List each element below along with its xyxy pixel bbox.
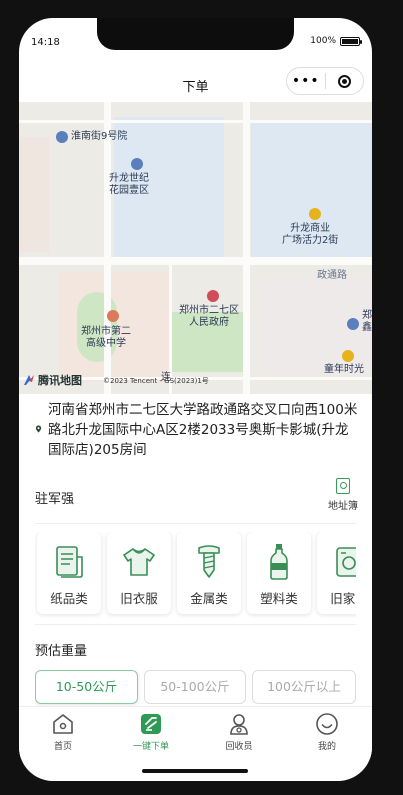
screw-icon	[198, 545, 220, 578]
poi-marker-icon	[309, 208, 321, 220]
clothes-icon	[123, 548, 155, 576]
address-book-label: 地址簿	[328, 501, 358, 512]
close-miniprogram-button[interactable]	[325, 74, 363, 88]
weight-options: 10-50公斤 50-100公斤 100公斤以上	[35, 670, 356, 710]
miniprogram-capsule: •••	[286, 67, 364, 95]
category-appliance[interactable]: 旧家电	[317, 532, 356, 614]
battery-percent: 100%	[310, 36, 336, 46]
poi-marker-icon	[56, 131, 68, 143]
pickup-address[interactable]: 河南省郑州市二七区大学路政通路交叉口向西100米路北升龙国际中心A区2楼2033…	[35, 400, 360, 460]
map-logo: 腾讯地图	[23, 372, 82, 388]
battery-icon	[340, 36, 362, 46]
tab-label: 首页	[53, 742, 72, 752]
order-icon	[141, 714, 161, 734]
map-label: 童年时光	[324, 364, 364, 375]
contact-row: 驻军强 地址簿	[35, 478, 358, 520]
map-copyright: ©2023 Tencent - GS(2023)1号	[103, 377, 209, 385]
category-label: 塑料类	[260, 591, 298, 606]
weight-option-50-100[interactable]: 50-100公斤	[144, 670, 246, 704]
profile-icon	[316, 713, 338, 735]
address-book-icon	[336, 478, 350, 494]
category-label: 金属类	[190, 591, 228, 606]
home-indicator	[142, 769, 248, 773]
category-metal[interactable]: 金属类	[177, 532, 241, 614]
category-paper[interactable]: 纸品类	[37, 532, 101, 614]
status-time: 14:18	[31, 37, 60, 48]
target-icon	[337, 74, 351, 88]
tab-profile[interactable]: 我的	[297, 711, 357, 752]
poi-marker-icon	[347, 318, 359, 330]
weight-option-100-plus[interactable]: 100公斤以上	[252, 670, 356, 704]
device-notch	[97, 18, 294, 50]
category-list: 纸品类 旧衣服 金属类 塑料类 旧家	[35, 532, 356, 618]
appliance-icon	[336, 547, 356, 577]
location-map[interactable]: 淮南街9号院 升龙世纪 花园壹区 升龙商业 广场活力2街 政通路 郑州市二七区 …	[19, 102, 372, 394]
home-icon	[53, 714, 73, 734]
category-plastic[interactable]: 塑料类	[247, 532, 311, 614]
tab-label: 我的	[317, 742, 336, 752]
more-menu-button[interactable]: •••	[287, 74, 325, 88]
collector-icon	[230, 714, 248, 735]
map-label: 郑州市第二 高级中学	[81, 326, 131, 349]
tab-home[interactable]: 首页	[33, 711, 93, 752]
poi-marker-icon	[342, 350, 354, 362]
map-label: 升龙商业 广场活力2街	[282, 223, 339, 246]
weight-option-10-50[interactable]: 10-50公斤	[35, 670, 138, 704]
map-label: 升龙世纪 花园壹区	[109, 173, 149, 196]
bottom-tab-bar: 首页 一键下单 回收员 我的	[19, 706, 372, 759]
category-label: 旧家电	[330, 591, 356, 606]
battery-indicator: 100%	[310, 36, 362, 46]
poi-marker-icon	[107, 310, 119, 322]
address-book-button[interactable]: 地址簿	[328, 478, 358, 512]
divider	[35, 523, 356, 524]
map-logo-text: 腾讯地图	[38, 374, 82, 387]
category-label: 旧衣服	[120, 591, 158, 606]
tencent-map-icon	[24, 375, 34, 385]
location-pin-icon	[35, 425, 42, 433]
map-label: 淮南街9号院	[71, 131, 128, 142]
tab-label: 一键下单	[132, 742, 169, 752]
tab-collector[interactable]: 回收员	[209, 711, 269, 752]
poi-marker-icon	[207, 290, 219, 302]
tab-label: 回收员	[225, 742, 253, 752]
phone-screen: 14:18 100% 下单 ••• 淮南街9号院 升龙世纪 花园壹区 升龙商业 …	[19, 18, 372, 781]
tab-order[interactable]: 一键下单	[121, 711, 181, 752]
contact-name: 驻军强	[35, 492, 75, 507]
divider	[35, 624, 356, 625]
map-label: 郑 鑫	[362, 310, 372, 333]
category-label: 纸品类	[50, 591, 88, 606]
poi-marker-icon	[131, 158, 143, 170]
nav-bar: 下单 •••	[19, 64, 372, 102]
map-label: 政通路	[317, 270, 347, 281]
map-label: 郑州市二七区 人民政府	[179, 305, 239, 328]
bottle-icon	[270, 544, 288, 580]
paper-icon	[56, 546, 83, 578]
address-text: 河南省郑州市二七区大学路政通路交叉口向西100米路北升龙国际中心A区2楼2033…	[48, 402, 358, 458]
weight-section-title: 预估重量	[35, 644, 88, 659]
category-clothes[interactable]: 旧衣服	[107, 532, 171, 614]
